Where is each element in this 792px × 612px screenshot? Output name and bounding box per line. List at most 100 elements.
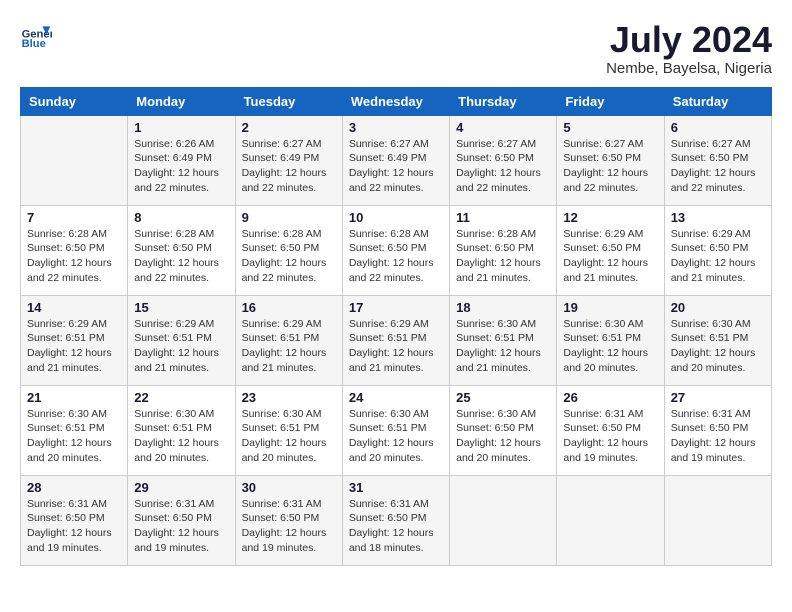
day-number: 13: [671, 210, 765, 225]
calendar-cell: [450, 475, 557, 565]
calendar-cell: 12 Sunrise: 6:29 AM Sunset: 6:50 PM Dayli…: [557, 205, 664, 295]
location-subtitle: Nembe, Bayelsa, Nigeria: [606, 60, 772, 77]
day-info: Sunrise: 6:27 AM Sunset: 6:50 PM Dayligh…: [456, 137, 550, 196]
day-info: Sunrise: 6:28 AM Sunset: 6:50 PM Dayligh…: [456, 227, 550, 286]
calendar-cell: 15 Sunrise: 6:29 AM Sunset: 6:51 PM Dayli…: [128, 295, 235, 385]
calendar-cell: 13 Sunrise: 6:29 AM Sunset: 6:50 PM Dayli…: [664, 205, 771, 295]
calendar-cell: 2 Sunrise: 6:27 AM Sunset: 6:49 PM Daylig…: [235, 115, 342, 205]
calendar-cell: 3 Sunrise: 6:27 AM Sunset: 6:49 PM Daylig…: [342, 115, 449, 205]
day-info: Sunrise: 6:31 AM Sunset: 6:50 PM Dayligh…: [242, 497, 336, 556]
day-info: Sunrise: 6:31 AM Sunset: 6:50 PM Dayligh…: [134, 497, 228, 556]
day-number: 27: [671, 390, 765, 405]
day-number: 17: [349, 300, 443, 315]
day-number: 28: [27, 480, 121, 495]
col-header-friday: Friday: [557, 87, 664, 115]
svg-text:Blue: Blue: [22, 38, 46, 50]
day-number: 7: [27, 210, 121, 225]
calendar-cell: 21Sunrise: 6:30 AM Sunset: 6:51 PM Dayli…: [21, 385, 128, 475]
calendar-week-row: 14 Sunrise: 6:29 AM Sunset: 6:51 PM Dayli…: [21, 295, 772, 385]
calendar-cell: 23 Sunrise: 6:30 AM Sunset: 6:51 PM Dayli…: [235, 385, 342, 475]
day-number: 30: [242, 480, 336, 495]
day-number: 4: [456, 120, 550, 135]
day-info: Sunrise: 6:26 AM Sunset: 6:49 PM Dayligh…: [134, 137, 228, 196]
calendar-cell: 31Sunrise: 6:31 AM Sunset: 6:50 PM Dayli…: [342, 475, 449, 565]
calendar-cell: 9 Sunrise: 6:28 AM Sunset: 6:50 PM Daylig…: [235, 205, 342, 295]
day-info: Sunrise: 6:29 AM Sunset: 6:50 PM Dayligh…: [671, 227, 765, 286]
day-info: Sunrise: 6:30 AM Sunset: 6:51 PM Dayligh…: [242, 407, 336, 466]
day-info: Sunrise: 6:28 AM Sunset: 6:50 PM Dayligh…: [134, 227, 228, 286]
day-info: Sunrise: 6:31 AM Sunset: 6:50 PM Dayligh…: [349, 497, 443, 556]
calendar-cell: 8Sunrise: 6:28 AM Sunset: 6:50 PM Daylig…: [128, 205, 235, 295]
day-info: Sunrise: 6:30 AM Sunset: 6:50 PM Dayligh…: [456, 407, 550, 466]
day-number: 12: [563, 210, 657, 225]
col-header-sunday: Sunday: [21, 87, 128, 115]
day-number: 10: [349, 210, 443, 225]
day-info: Sunrise: 6:29 AM Sunset: 6:51 PM Dayligh…: [349, 317, 443, 376]
calendar-cell: 17 Sunrise: 6:29 AM Sunset: 6:51 PM Dayli…: [342, 295, 449, 385]
day-info: Sunrise: 6:30 AM Sunset: 6:51 PM Dayligh…: [349, 407, 443, 466]
calendar-cell: 4 Sunrise: 6:27 AM Sunset: 6:50 PM Daylig…: [450, 115, 557, 205]
calendar-cell: [664, 475, 771, 565]
calendar-table: SundayMondayTuesdayWednesdayThursdayFrid…: [20, 87, 772, 566]
calendar-cell: 6Sunrise: 6:27 AM Sunset: 6:50 PM Daylig…: [664, 115, 771, 205]
calendar-cell: 24 Sunrise: 6:30 AM Sunset: 6:51 PM Dayli…: [342, 385, 449, 475]
day-number: 18: [456, 300, 550, 315]
day-info: Sunrise: 6:31 AM Sunset: 6:50 PM Dayligh…: [563, 407, 657, 466]
header-row: SundayMondayTuesdayWednesdayThursdayFrid…: [21, 87, 772, 115]
calendar-cell: 16 Sunrise: 6:29 AM Sunset: 6:51 PM Dayli…: [235, 295, 342, 385]
day-number: 2: [242, 120, 336, 135]
calendar-cell: 14 Sunrise: 6:29 AM Sunset: 6:51 PM Dayli…: [21, 295, 128, 385]
calendar-cell: 25Sunrise: 6:30 AM Sunset: 6:50 PM Dayli…: [450, 385, 557, 475]
day-info: Sunrise: 6:29 AM Sunset: 6:51 PM Dayligh…: [27, 317, 121, 376]
day-number: 24: [349, 390, 443, 405]
day-number: 11: [456, 210, 550, 225]
calendar-cell: 19Sunrise: 6:30 AM Sunset: 6:51 PM Dayli…: [557, 295, 664, 385]
day-info: Sunrise: 6:30 AM Sunset: 6:51 PM Dayligh…: [671, 317, 765, 376]
col-header-monday: Monday: [128, 87, 235, 115]
calendar-cell: 26 Sunrise: 6:31 AM Sunset: 6:50 PM Dayli…: [557, 385, 664, 475]
day-number: 9: [242, 210, 336, 225]
col-header-tuesday: Tuesday: [235, 87, 342, 115]
col-header-wednesday: Wednesday: [342, 87, 449, 115]
day-info: Sunrise: 6:27 AM Sunset: 6:50 PM Dayligh…: [563, 137, 657, 196]
day-info: Sunrise: 6:30 AM Sunset: 6:51 PM Dayligh…: [134, 407, 228, 466]
day-info: Sunrise: 6:30 AM Sunset: 6:51 PM Dayligh…: [563, 317, 657, 376]
day-number: 14: [27, 300, 121, 315]
day-info: Sunrise: 6:28 AM Sunset: 6:50 PM Dayligh…: [242, 227, 336, 286]
month-year-title: July 2024: [606, 20, 772, 60]
day-number: 21: [27, 390, 121, 405]
day-info: Sunrise: 6:31 AM Sunset: 6:50 PM Dayligh…: [27, 497, 121, 556]
day-number: 20: [671, 300, 765, 315]
calendar-cell: 28 Sunrise: 6:31 AM Sunset: 6:50 PM Dayli…: [21, 475, 128, 565]
calendar-week-row: 1Sunrise: 6:26 AM Sunset: 6:49 PM Daylig…: [21, 115, 772, 205]
calendar-cell: 30 Sunrise: 6:31 AM Sunset: 6:50 PM Dayli…: [235, 475, 342, 565]
calendar-week-row: 7 Sunrise: 6:28 AM Sunset: 6:50 PM Daylig…: [21, 205, 772, 295]
calendar-cell: 29 Sunrise: 6:31 AM Sunset: 6:50 PM Dayli…: [128, 475, 235, 565]
day-info: Sunrise: 6:27 AM Sunset: 6:49 PM Dayligh…: [242, 137, 336, 196]
day-info: Sunrise: 6:27 AM Sunset: 6:49 PM Dayligh…: [349, 137, 443, 196]
day-info: Sunrise: 6:28 AM Sunset: 6:50 PM Dayligh…: [27, 227, 121, 286]
title-block: July 2024 Nembe, Bayelsa, Nigeria: [606, 20, 772, 77]
day-number: 6: [671, 120, 765, 135]
calendar-week-row: 21 Sunrise: 6:30 AM Sunset: 6:51 PM Dayli…: [21, 385, 772, 475]
day-number: 15: [134, 300, 228, 315]
calendar-cell: 11 Sunrise: 6:28 AM Sunset: 6:50 PM Dayli…: [450, 205, 557, 295]
calendar-week-row: 28 Sunrise: 6:31 AM Sunset: 6:50 PM Dayli…: [21, 475, 772, 565]
day-number: 16: [242, 300, 336, 315]
day-number: 3: [349, 120, 443, 135]
day-number: 5: [563, 120, 657, 135]
day-number: 23: [242, 390, 336, 405]
logo: General Blue: [20, 20, 56, 52]
page-header: General Blue July 2024 Nembe, Bayelsa, N…: [20, 20, 772, 77]
day-info: Sunrise: 6:29 AM Sunset: 6:51 PM Dayligh…: [242, 317, 336, 376]
day-info: Sunrise: 6:29 AM Sunset: 6:51 PM Dayligh…: [134, 317, 228, 376]
calendar-cell: 10Sunrise: 6:28 AM Sunset: 6:50 PM Dayli…: [342, 205, 449, 295]
day-number: 29: [134, 480, 228, 495]
calendar-cell: 20 Sunrise: 6:30 AM Sunset: 6:51 PM Dayli…: [664, 295, 771, 385]
day-info: Sunrise: 6:30 AM Sunset: 6:51 PM Dayligh…: [456, 317, 550, 376]
day-info: Sunrise: 6:29 AM Sunset: 6:50 PM Dayligh…: [563, 227, 657, 286]
col-header-saturday: Saturday: [664, 87, 771, 115]
calendar-cell: 1Sunrise: 6:26 AM Sunset: 6:49 PM Daylig…: [128, 115, 235, 205]
calendar-cell: [21, 115, 128, 205]
day-number: 26: [563, 390, 657, 405]
